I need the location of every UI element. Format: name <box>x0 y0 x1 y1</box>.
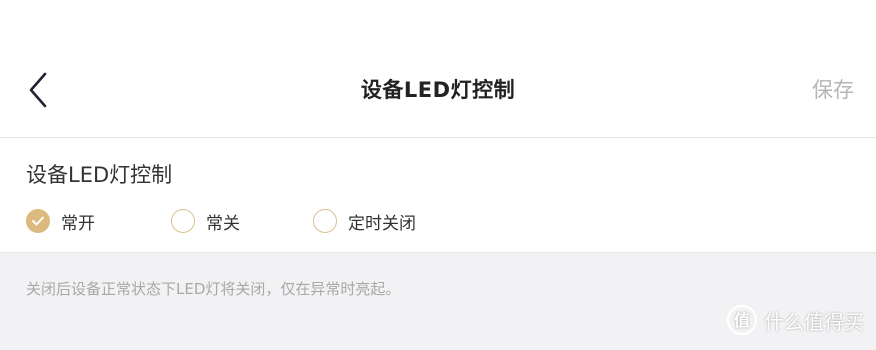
watermark: 值 什么值得买 <box>726 304 864 336</box>
section-title: 设备LED灯控制 <box>26 163 173 187</box>
checkmark-icon <box>32 216 44 226</box>
radio-option-always-on[interactable]: 常开 <box>26 206 95 236</box>
led-mode-radio-group: 常开 常关 定时关闭 <box>26 206 846 236</box>
radio-option-always-off[interactable]: 常关 <box>171 206 240 236</box>
radio-unchecked-icon <box>313 209 337 233</box>
navigation-bar: 设备LED灯控制 保存 <box>0 50 876 136</box>
radio-unchecked-icon <box>171 209 195 233</box>
nav-divider <box>0 137 876 138</box>
watermark-text: 什么值得买 <box>764 309 864 334</box>
hint-text: 关闭后设备正常状态下LED灯将关闭，仅在异常时亮起。 <box>26 280 401 298</box>
radio-label: 常关 <box>206 213 240 234</box>
radio-option-timed-off[interactable]: 定时关闭 <box>313 206 416 236</box>
save-button[interactable]: 保存 <box>812 74 854 104</box>
page-title: 设备LED灯控制 <box>360 78 516 102</box>
radio-checked-icon <box>26 209 50 233</box>
smzdm-logo-icon: 值 <box>726 304 758 336</box>
section-divider <box>0 252 876 253</box>
svg-text:值: 值 <box>734 311 750 330</box>
radio-label: 定时关闭 <box>348 213 416 234</box>
radio-label: 常开 <box>61 213 95 234</box>
